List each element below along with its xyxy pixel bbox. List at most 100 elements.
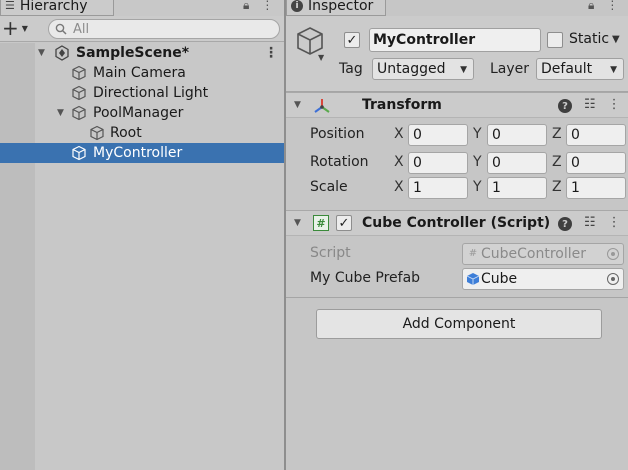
axis-y-label[interactable]: Y <box>473 179 482 195</box>
component-menu-icon[interactable]: ⋮ <box>608 97 621 113</box>
gameobject-cube-icon[interactable] <box>296 26 324 56</box>
panel-menu-icon[interactable]: ⋮ <box>606 0 618 13</box>
help-icon[interactable]: ? <box>558 217 572 231</box>
axis-y-label[interactable]: Y <box>473 126 482 142</box>
object-name-input[interactable]: MyController <box>369 28 541 52</box>
scale-label: Scale <box>310 179 348 195</box>
rotation-x-field[interactable]: 0 <box>408 152 468 174</box>
tree-item-label: Main Camera <box>93 65 186 81</box>
position-label: Position <box>310 126 365 142</box>
axis-y-label[interactable]: Y <box>473 154 482 170</box>
tree-item-main-camera[interactable]: Main Camera <box>0 63 284 83</box>
hierarchy-toolbar: + ▼ All <box>0 16 284 42</box>
component-menu-icon[interactable]: ⋮ <box>608 215 621 231</box>
my-cube-prefab-field[interactable]: Cube <box>462 268 624 290</box>
axis-x-label[interactable]: X <box>394 154 404 170</box>
search-placeholder: All <box>73 21 90 37</box>
scale-x-field[interactable]: 1 <box>408 177 468 199</box>
fold-arrow-icon[interactable]: ▼ <box>294 218 301 228</box>
chevron-down-icon: ▼ <box>21 23 28 33</box>
position-z-field[interactable]: 0 <box>566 124 626 146</box>
axis-z-label[interactable]: Z <box>552 179 562 195</box>
static-label: Static <box>569 31 610 47</box>
gameobject-cube-icon <box>72 145 86 161</box>
scene-menu-icon[interactable]: ⋮ <box>264 45 278 61</box>
create-button[interactable]: + ▼ <box>2 16 36 40</box>
prefab-cube-icon <box>466 273 480 285</box>
preset-settings-icon[interactable]: ☷ <box>584 97 596 113</box>
gameobject-header: ▼ ✓ MyController Static ▼ Tag Untagged ▼… <box>286 16 628 92</box>
prefab-value: Cube <box>481 271 518 287</box>
tag-label: Tag <box>339 61 363 77</box>
gameobject-cube-icon <box>72 105 86 121</box>
tab-inspector[interactable]: i Inspector <box>286 0 386 16</box>
preset-settings-icon[interactable]: ☷ <box>584 215 596 231</box>
tree-item-label: PoolManager <box>93 105 184 121</box>
cube-controller-title: Cube Controller (Script) <box>362 215 551 231</box>
transform-header[interactable]: ▼ Transform ? ☷ ⋮ <box>286 92 628 118</box>
tab-hierarchy-label: Hierarchy <box>19 0 88 14</box>
rotation-z-field[interactable]: 0 <box>566 152 626 174</box>
tree-item-label: Root <box>110 125 142 141</box>
axis-x-label[interactable]: X <box>394 126 404 142</box>
tree-item-samplescene[interactable]: ▼ SampleScene* ⋮ <box>0 43 284 63</box>
script-value: CubeController <box>481 246 587 262</box>
transform-axes-icon <box>314 99 330 113</box>
tree-item-label: Directional Light <box>93 85 209 101</box>
expand-arrow-icon[interactable]: ▼ <box>57 108 64 118</box>
divider <box>286 297 628 298</box>
static-checkbox[interactable] <box>547 32 563 48</box>
plus-icon: + <box>2 16 19 40</box>
lock-icon[interactable]: 🔒︎ <box>243 0 249 13</box>
object-picker-icon[interactable] <box>607 273 619 285</box>
my-cube-prefab-label: My Cube Prefab <box>310 270 421 286</box>
rotation-label: Rotation <box>310 154 369 170</box>
tag-value: Untagged <box>377 61 446 77</box>
script-hash-icon: # <box>313 215 329 231</box>
hierarchy-search-input[interactable]: All <box>48 19 280 39</box>
axis-z-label[interactable]: Z <box>552 126 562 142</box>
lock-icon[interactable]: 🔒︎ <box>588 0 594 13</box>
checkmark-icon: ✓ <box>346 32 358 48</box>
position-x-field[interactable]: 0 <box>408 124 468 146</box>
gameobject-cube-icon <box>72 65 86 81</box>
add-component-button[interactable]: Add Component <box>316 309 602 339</box>
hierarchy-panel: ☰ Hierarchy 🔒︎ ⋮ + ▼ All ▼ SampleScene* … <box>0 0 284 470</box>
layer-dropdown[interactable]: Default ▼ <box>536 58 624 80</box>
axis-z-label[interactable]: Z <box>552 154 562 170</box>
panel-menu-icon[interactable]: ⋮ <box>261 0 273 13</box>
script-label: Script <box>310 245 351 261</box>
gameobject-cube-icon <box>72 85 86 101</box>
inspector-panel: i Inspector 🔒︎ ⋮ ▼ ✓ MyController Static… <box>286 0 628 470</box>
unity-scene-icon <box>55 45 69 61</box>
rotation-y-field[interactable]: 0 <box>487 152 547 174</box>
tree-item-label: MyController <box>93 145 183 161</box>
scale-y-field[interactable]: 1 <box>487 177 547 199</box>
chevron-down-icon[interactable]: ▼ <box>318 53 324 62</box>
active-checkbox[interactable]: ✓ <box>344 32 360 48</box>
info-icon: i <box>291 0 303 12</box>
tag-dropdown[interactable]: Untagged ▼ <box>372 58 474 80</box>
tab-hierarchy[interactable]: ☰ Hierarchy <box>0 0 114 16</box>
layer-value: Default <box>541 61 593 77</box>
fold-arrow-icon[interactable]: ▼ <box>294 100 301 110</box>
expand-arrow-icon[interactable]: ▼ <box>38 48 45 58</box>
checkmark-icon: ✓ <box>338 215 350 231</box>
position-y-field[interactable]: 0 <box>487 124 547 146</box>
component-enabled-checkbox[interactable]: ✓ <box>336 215 352 231</box>
chevron-down-icon: ▼ <box>610 65 617 75</box>
tab-inspector-label: Inspector <box>308 0 374 14</box>
help-icon[interactable]: ? <box>558 99 572 113</box>
script-object-field: # CubeController <box>462 243 624 265</box>
tree-item-poolmanager[interactable]: ▼ PoolManager <box>0 103 284 123</box>
tree-item-directional-light[interactable]: Directional Light <box>0 83 284 103</box>
script-hash-icon: # <box>468 248 478 259</box>
axis-x-label[interactable]: X <box>394 179 404 195</box>
search-icon <box>55 23 67 35</box>
tree-item-root[interactable]: Root <box>0 123 284 143</box>
chevron-down-icon: ▼ <box>460 65 467 75</box>
cube-controller-header[interactable]: ▼ # ✓ Cube Controller (Script) ? ☷ ⋮ <box>286 210 628 236</box>
chevron-down-icon[interactable]: ▼ <box>612 34 620 45</box>
tree-item-mycontroller[interactable]: MyController <box>0 143 284 163</box>
scale-z-field[interactable]: 1 <box>566 177 626 199</box>
